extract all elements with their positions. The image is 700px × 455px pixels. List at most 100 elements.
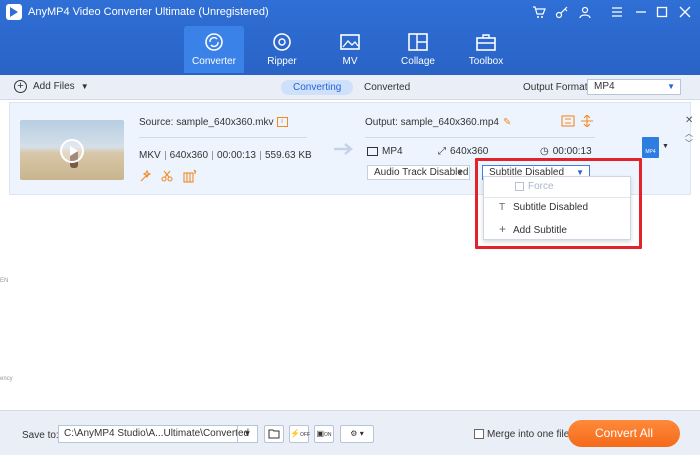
save-path-select[interactable]: C:\AnyMP4 Studio\A...Ultimate\Converted … bbox=[58, 425, 258, 443]
plus-icon: + bbox=[14, 80, 27, 93]
tab-collage[interactable]: Collage bbox=[389, 26, 447, 72]
source-resolution: 640x360 bbox=[169, 150, 209, 161]
source-format: MKV bbox=[139, 150, 161, 161]
tab-ripper[interactable]: Ripper bbox=[253, 26, 311, 72]
subtitle-off-icon: T bbox=[499, 202, 506, 213]
info-icon[interactable]: i bbox=[276, 117, 288, 128]
force-label: Force bbox=[528, 181, 554, 192]
tab-converting[interactable]: Converting bbox=[281, 80, 354, 95]
output-duration-text: 00:00:13 bbox=[552, 146, 592, 157]
user-icon[interactable] bbox=[576, 3, 594, 21]
chevron-down-icon: ▾ bbox=[359, 429, 364, 438]
format-badge-label: MP4 bbox=[645, 149, 656, 155]
output-filename: Output: sample_640x360.mp4 ✎ bbox=[365, 117, 511, 128]
side-mark: ency bbox=[0, 376, 13, 382]
force-checkbox[interactable] bbox=[515, 181, 524, 191]
subtitle-disabled-option[interactable]: T Subtitle Disabled bbox=[484, 198, 630, 218]
close-icon[interactable] bbox=[676, 3, 694, 21]
chevron-down-icon: ▼ bbox=[667, 82, 675, 91]
output-format-text: MP4 bbox=[382, 146, 403, 157]
settings-output-icon[interactable] bbox=[561, 115, 575, 127]
output-resolution: ⤢ 640x360 bbox=[438, 146, 488, 157]
tab-converter[interactable]: Converter bbox=[184, 26, 244, 73]
convert-all-button[interactable]: Convert All bbox=[568, 420, 680, 447]
audio-track-value: Audio Track Disabled bbox=[374, 167, 469, 178]
collage-icon bbox=[408, 33, 428, 51]
merge-checkbox[interactable]: Merge into one file bbox=[474, 429, 569, 440]
edit-effects-icon[interactable] bbox=[183, 169, 197, 183]
lightning-icon: ⚡ bbox=[290, 429, 300, 438]
hw-off-label: OFF bbox=[299, 432, 310, 438]
audio-track-select[interactable]: Audio Track Disabled ▼ bbox=[367, 165, 470, 180]
app-logo-icon bbox=[6, 4, 22, 20]
source-duration: 00:00:13 bbox=[217, 150, 256, 161]
hardware-accel-off-button[interactable]: ⚡OFF bbox=[289, 425, 310, 443]
tab-toolbox[interactable]: Toolbox bbox=[457, 26, 515, 72]
plus-icon: + bbox=[499, 222, 507, 236]
app-header: AnyMP4 Video Converter Ultimate (Unregis… bbox=[0, 0, 700, 75]
divider bbox=[365, 137, 595, 138]
maximize-icon[interactable] bbox=[653, 3, 671, 21]
resize-icon: ⤢ bbox=[438, 146, 446, 157]
subtitle-disabled-label: Subtitle Disabled bbox=[513, 202, 589, 213]
output-duration: ◷ 00:00:13 bbox=[540, 146, 592, 157]
video-format-icon bbox=[367, 146, 378, 156]
settings-button[interactable]: ⚙ ▾ bbox=[340, 425, 374, 443]
divider bbox=[139, 137, 307, 138]
minimize-icon[interactable] bbox=[632, 3, 650, 21]
chevron-down-icon[interactable]: ▼ bbox=[81, 82, 89, 91]
source-filename: Source: sample_640x360.mkv i bbox=[139, 117, 288, 128]
tab-label: Collage bbox=[401, 56, 435, 67]
tab-label: Converter bbox=[192, 56, 236, 67]
output-format-select[interactable]: MP4 ▼ bbox=[587, 79, 681, 95]
folder-icon bbox=[268, 429, 280, 439]
converter-toolbar: + Add Files ▼ Converting Converted Output … bbox=[0, 75, 700, 100]
play-button[interactable] bbox=[60, 139, 84, 163]
merge-label: Merge into one file bbox=[487, 429, 570, 440]
ripper-icon bbox=[273, 33, 291, 51]
close-icon[interactable]: ✕ bbox=[685, 115, 693, 126]
add-subtitle-label: Add Subtitle bbox=[513, 225, 567, 236]
menu-icon[interactable] bbox=[608, 3, 626, 21]
gear-icon: ⚙ bbox=[350, 429, 358, 438]
divider bbox=[212, 150, 214, 160]
chevron-down-icon[interactable]: ▼ bbox=[662, 143, 669, 150]
add-subtitle-option[interactable]: + Add Subtitle bbox=[484, 219, 630, 239]
tab-mv[interactable]: MV bbox=[321, 26, 379, 72]
key-icon[interactable] bbox=[553, 3, 571, 21]
cut-icon[interactable] bbox=[160, 169, 174, 183]
bottom-bar: Save to: C:\AnyMP4 Studio\A...Ultimate\C… bbox=[0, 410, 700, 455]
enhance-icon[interactable] bbox=[139, 169, 153, 183]
compress-icon[interactable] bbox=[580, 115, 594, 127]
tab-label: MV bbox=[342, 56, 358, 67]
source-meta: MKV 640x360 00:00:13 559.63 KB bbox=[139, 150, 316, 161]
pencil-icon[interactable]: ✎ bbox=[503, 117, 511, 128]
add-files-button[interactable]: + Add Files ▼ bbox=[14, 80, 89, 96]
force-option[interactable]: Force bbox=[484, 177, 630, 197]
open-folder-button[interactable] bbox=[264, 425, 284, 443]
cart-icon[interactable] bbox=[530, 3, 548, 21]
toolbox-icon bbox=[476, 34, 496, 51]
mv-icon bbox=[340, 34, 360, 50]
divider bbox=[259, 150, 261, 160]
title-bar: AnyMP4 Video Converter Ultimate (Unregis… bbox=[0, 0, 700, 24]
tab-label: Ripper bbox=[267, 56, 297, 67]
side-mark: EN bbox=[0, 278, 9, 284]
divider bbox=[164, 150, 166, 160]
format-badge-button[interactable]: MP4 bbox=[642, 137, 659, 158]
arrow-right-icon bbox=[334, 143, 353, 155]
output-resolution-text: 640x360 bbox=[450, 146, 489, 157]
app-title: AnyMP4 Video Converter Ultimate (Unregis… bbox=[28, 6, 269, 18]
gpu-accel-on-button[interactable]: ▣ON bbox=[314, 425, 334, 443]
source-size: 559.63 KB bbox=[264, 150, 312, 161]
chevron-down-icon[interactable]: ﹀ bbox=[685, 138, 693, 149]
output-format: MP4 bbox=[367, 146, 403, 157]
output-format-label: Output Format: bbox=[523, 82, 591, 93]
output-format-value: MP4 bbox=[594, 81, 615, 92]
tab-converted[interactable]: Converted bbox=[352, 80, 422, 95]
add-files-label: Add Files bbox=[33, 81, 75, 93]
hw-on-label: ON bbox=[324, 432, 332, 438]
checkbox[interactable] bbox=[474, 429, 484, 440]
chevron-down-icon: ▼ bbox=[237, 426, 257, 442]
save-path-value: C:\AnyMP4 Studio\A...Ultimate\Converted bbox=[64, 428, 250, 439]
